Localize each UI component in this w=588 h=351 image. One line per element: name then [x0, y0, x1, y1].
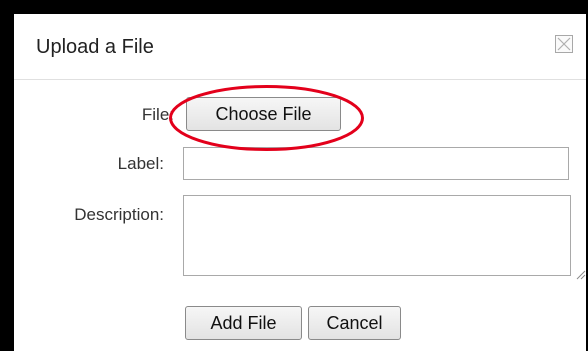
- description-field-label: Description:: [74, 205, 164, 224]
- screen: Upload a File File: Choose File Label: D…: [0, 0, 588, 351]
- resize-grip-icon[interactable]: [574, 268, 586, 280]
- file-field-label: File:: [141, 105, 174, 124]
- choose-file-button[interactable]: Choose File: [186, 97, 341, 131]
- dialog-title: Upload a File: [36, 36, 154, 58]
- label-input[interactable]: [183, 147, 569, 180]
- dialog-header: Upload a File: [14, 14, 586, 80]
- cancel-button[interactable]: Cancel: [308, 306, 401, 340]
- close-button[interactable]: [555, 35, 573, 53]
- add-file-button[interactable]: Add File: [185, 306, 302, 340]
- close-icon: [557, 37, 571, 51]
- label-field-label: Label:: [117, 154, 164, 173]
- description-textarea[interactable]: [183, 195, 571, 276]
- upload-file-dialog: Upload a File File: Choose File Label: D…: [14, 14, 586, 351]
